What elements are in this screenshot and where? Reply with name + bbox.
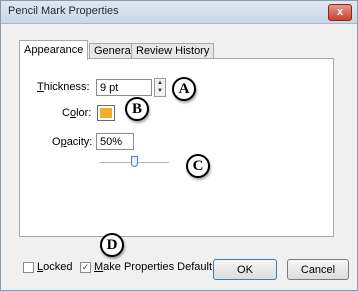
thickness-label-mnemonic: T (37, 81, 44, 93)
locked-label-text: ocked (43, 261, 73, 273)
thickness-stepper[interactable]: ▲ ▼ (154, 78, 166, 97)
tab-review-history-label: Review History (136, 45, 210, 57)
callout-marker-c: C (186, 154, 210, 178)
color-label-part2: lor: (76, 107, 92, 119)
opacity-input[interactable]: 50% (96, 133, 134, 150)
locked-label[interactable]: Locked (37, 261, 72, 273)
make-default-label-text: ake Properties Default (103, 261, 213, 273)
cancel-label: Cancel (300, 264, 336, 276)
color-label: Color: (62, 107, 91, 119)
close-icon: x (336, 6, 344, 18)
opacity-slider-thumb[interactable] (131, 156, 138, 167)
stepper-up-icon[interactable]: ▲ (155, 79, 165, 87)
callout-marker-a: A (172, 77, 196, 101)
color-swatch-button[interactable] (97, 105, 115, 121)
ok-button[interactable]: OK (213, 259, 277, 280)
callout-marker-d: D (100, 233, 124, 257)
tab-appearance[interactable]: Appearance (19, 40, 89, 60)
close-button[interactable]: x (328, 4, 352, 21)
opacity-label-part2: acity: (66, 136, 93, 148)
tab-appearance-label: Appearance (24, 44, 84, 56)
ok-label: OK (237, 264, 253, 276)
locked-checkbox[interactable] (23, 262, 34, 273)
thickness-label: Thickness: (37, 81, 90, 93)
window-title: Pencil Mark Properties (8, 5, 119, 17)
color-label-part1: C (62, 107, 70, 119)
make-default-label[interactable]: Make Properties Default (94, 261, 212, 273)
opacity-label-part1: O (52, 136, 61, 148)
checkmark-icon: ✓ (81, 262, 90, 272)
cancel-button[interactable]: Cancel (287, 259, 349, 280)
thickness-label-text: hickness: (43, 81, 90, 93)
tab-review-history[interactable]: Review History (131, 43, 215, 59)
thickness-input[interactable]: 9 pt (96, 79, 152, 96)
tab-general-label: General (94, 45, 134, 57)
title-bar[interactable]: Pencil Mark Properties x (1, 1, 357, 24)
make-default-checkbox[interactable]: ✓ (80, 262, 91, 273)
stepper-down-icon[interactable]: ▼ (155, 87, 165, 95)
callout-marker-b: B (125, 97, 149, 121)
dialog-window: Pencil Mark Properties x Appearance Gene… (0, 0, 358, 291)
opacity-label: Opacity: (52, 136, 92, 148)
make-default-label-mnemonic: M (94, 261, 104, 273)
